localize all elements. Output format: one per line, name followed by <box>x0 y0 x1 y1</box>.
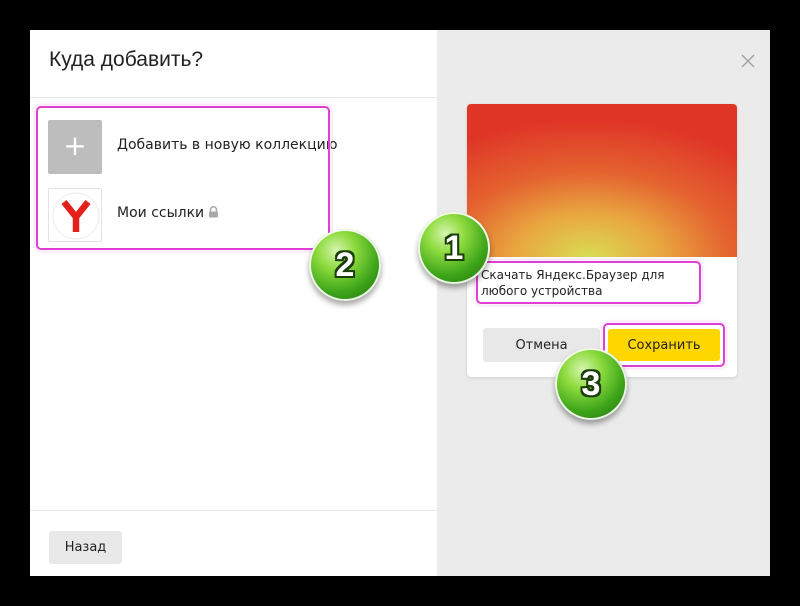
yandex-logo-icon <box>48 188 102 242</box>
preview-pane: Скачать Яндекс.Браузер для любого устрой… <box>437 30 770 576</box>
dialog-title: Куда добавить? <box>49 48 204 71</box>
close-icon[interactable] <box>740 53 756 69</box>
add-to-collection-dialog: Куда добавить? + Добавить в новую коллек… <box>30 30 770 576</box>
step-marker-1: 1 <box>418 212 490 284</box>
step-marker-3: 3 <box>555 348 627 420</box>
card-preview-image <box>467 104 737 257</box>
step-marker-1-number: 1 <box>444 229 464 267</box>
my-links-text: Мои ссылки <box>117 205 205 221</box>
preview-card: Скачать Яндекс.Браузер для любого устрой… <box>467 104 737 377</box>
new-collection-item[interactable]: + Добавить в новую коллекцию <box>48 120 368 174</box>
header-divider <box>30 97 437 98</box>
back-button[interactable]: Назад <box>49 531 122 564</box>
step-marker-2: 2 <box>309 229 381 301</box>
footer-divider <box>30 510 437 511</box>
new-collection-thumb: + <box>48 120 102 174</box>
step-marker-2-number: 2 <box>335 246 355 284</box>
new-collection-label: Добавить в новую коллекцию <box>117 137 338 153</box>
plus-icon: + <box>63 129 87 162</box>
collection-pane: Куда добавить? + Добавить в новую коллек… <box>30 30 437 576</box>
step-marker-3-number: 3 <box>581 365 601 403</box>
card-title-input[interactable]: Скачать Яндекс.Браузер для любого устрой… <box>479 265 701 307</box>
lock-icon <box>208 206 219 222</box>
my-links-label: Мои ссылки <box>117 205 219 222</box>
